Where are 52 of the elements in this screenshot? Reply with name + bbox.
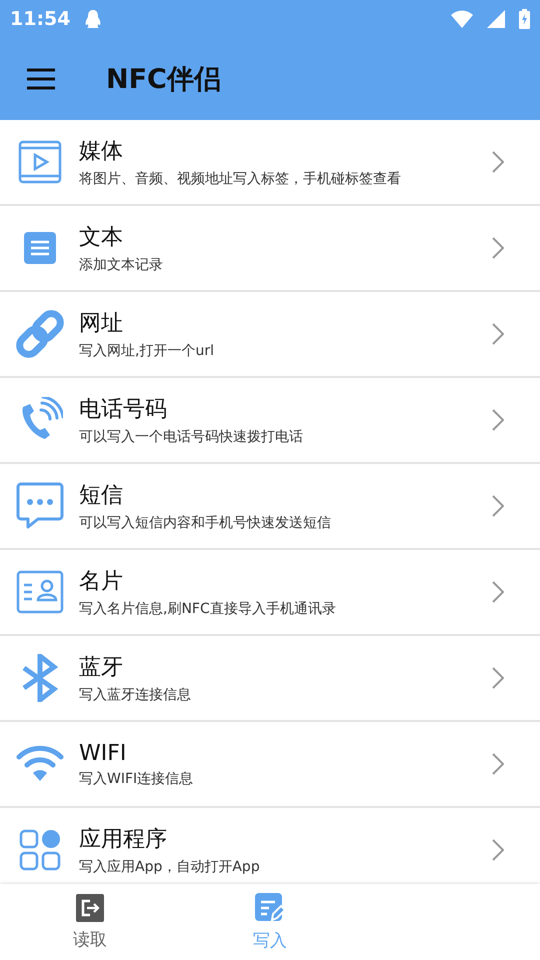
video-icon	[18, 140, 62, 184]
chevron-icon	[492, 323, 504, 345]
list-item[interactable]: 网址 写入网址,打开一个url	[0, 292, 540, 378]
list-item[interactable]: 电话号码 可以写入一个电话号码快速拨打电话	[0, 378, 540, 464]
item-description: 添加文本记录	[79, 256, 164, 274]
chevron-icon	[492, 495, 504, 517]
menu-icon[interactable]	[26, 68, 56, 90]
item-description: 写入应用App，自动打开App	[79, 858, 261, 876]
apps-icon	[18, 829, 60, 871]
list-item[interactable]: 短信 可以写入短信内容和手机号快速发送短信	[0, 464, 540, 550]
list-item[interactable]: 名片 写入名片信息,刷NFC直接导入手机通讯录	[0, 550, 540, 636]
item-title: 文本	[79, 224, 124, 252]
item-title: 名片	[79, 568, 124, 596]
item-title: 短信	[79, 482, 124, 510]
contact-card-icon	[16, 570, 64, 614]
item-title: 媒体	[79, 138, 124, 166]
chevron-icon	[492, 581, 504, 603]
penguin-icon	[84, 9, 102, 29]
item-title: 蓝牙	[79, 654, 124, 682]
signal-icon	[487, 10, 505, 28]
item-title: 电话号码	[79, 396, 168, 424]
list-item[interactable]: WIFI 写入WIFI连接信息	[0, 722, 540, 808]
wifi-status-icon	[451, 10, 473, 28]
status-time: 11:54	[10, 8, 70, 30]
item-description: 写入蓝牙连接信息	[79, 686, 192, 704]
chevron-icon	[492, 151, 504, 173]
item-description: 可以写入短信内容和手机号快速发送短信	[79, 514, 332, 532]
app-title: NFC伴侣	[106, 63, 221, 97]
edit-icon	[255, 892, 285, 922]
item-description: 写入网址,打开一个url	[79, 342, 215, 360]
chevron-icon	[492, 753, 504, 775]
list-item[interactable]: 媒体 将图片、音频、视频地址写入标签，手机碰标签查看	[0, 120, 540, 206]
chevron-icon	[492, 409, 504, 431]
item-description: 写入名片信息,刷NFC直接导入手机通讯录	[79, 600, 337, 618]
item-title: 应用程序	[79, 826, 168, 854]
item-title: 网址	[79, 310, 124, 338]
nav-tab[interactable]: 读取	[0, 884, 180, 960]
list-item[interactable]: 蓝牙 写入蓝牙连接信息	[0, 636, 540, 722]
item-title: WIFI	[79, 740, 128, 766]
chevron-icon	[492, 667, 504, 689]
chat-icon	[16, 482, 64, 530]
document-icon	[24, 232, 56, 264]
link-icon	[14, 309, 64, 359]
battery-icon	[519, 9, 530, 29]
wifi-icon	[16, 745, 64, 783]
exit-icon	[76, 894, 104, 922]
item-description: 可以写入一个电话号码快速拨打电话	[79, 428, 304, 446]
list-item[interactable]: 文本 添加文本记录	[0, 206, 540, 292]
item-description: 将图片、音频、视频地址写入标签，手机碰标签查看	[79, 170, 402, 188]
item-description: 写入WIFI连接信息	[79, 770, 194, 788]
chevron-icon	[492, 839, 504, 861]
chevron-icon	[492, 237, 504, 259]
